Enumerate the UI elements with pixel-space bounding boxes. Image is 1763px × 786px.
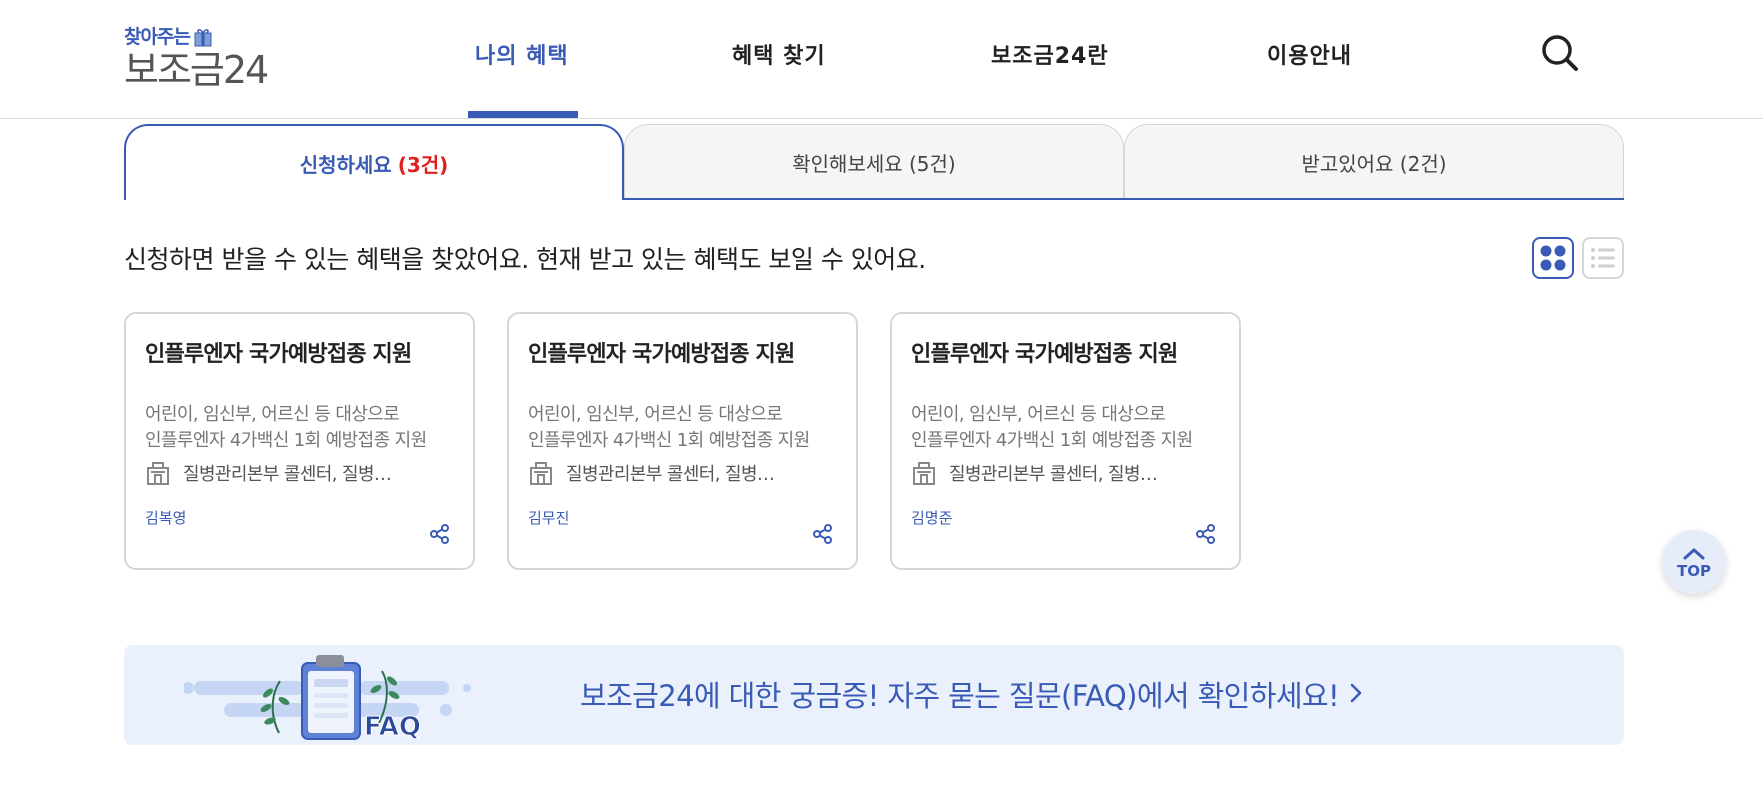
card-description-line: 어린이, 임신부, 어르신 등 대상으로	[528, 404, 783, 425]
faq-banner[interactable]: FAQ 보조금24에 대한 궁금증! 자주 묻는 질문(FAQ)에서 확인하세요…	[124, 645, 1624, 745]
card-description-line: 어린이, 임신부, 어르신 등 대상으로	[911, 404, 1166, 425]
card-description-line: 인플루엔자 4가백신 1회 예방접종 지원	[528, 430, 810, 451]
tab-apply-label: 신청하세요	[299, 152, 392, 177]
building-icon	[911, 460, 937, 486]
building-icon	[145, 460, 171, 486]
tab-apply-count: (3건)	[397, 152, 449, 177]
faq-clipboard-illustration: FAQ	[182, 653, 474, 743]
card-agency: 질병관리본부 콜센터, 질병…	[528, 460, 775, 486]
tab-apply[interactable]: 신청하세요 (3건)	[124, 124, 624, 200]
card-description: 어린이, 임신부, 어르신 등 대상으로 인플루엔자 4가백신 1회 예방접종 …	[911, 402, 1229, 454]
tab-check[interactable]: 확인해보세요 (5건)	[624, 124, 1124, 200]
benefit-card[interactable]: 인플루엔자 국가예방접종 지원 어린이, 임신부, 어르신 등 대상으로 인플루…	[507, 312, 858, 570]
search-icon[interactable]	[1540, 33, 1580, 73]
card-description: 어린이, 임신부, 어르신 등 대상으로 인플루엔자 4가백신 1회 예방접종 …	[528, 402, 846, 454]
share-icon[interactable]	[429, 523, 451, 545]
list-view-icon[interactable]	[1582, 237, 1624, 279]
card-agency-label: 질병관리본부 콜센터, 질병…	[183, 464, 392, 485]
card-agency: 질병관리본부 콜센터, 질병…	[911, 460, 1158, 486]
card-person-name: 김명준	[911, 509, 953, 527]
scroll-top-label: TOP	[1677, 561, 1711, 580]
card-description-line: 인플루엔자 4가백신 1회 예방접종 지원	[911, 430, 1193, 451]
card-title: 인플루엔자 국가예방접종 지원	[145, 342, 412, 367]
tab-check-label: 확인해보세요 (5건)	[792, 151, 956, 176]
card-title: 인플루엔자 국가예방접종 지원	[528, 342, 795, 367]
chevron-right-icon	[1349, 677, 1363, 711]
faq-link[interactable]: 보조금24에 대한 궁금증! 자주 묻는 질문(FAQ)에서 확인하세요!	[580, 673, 1363, 715]
benefit-card[interactable]: 인플루엔자 국가예방접종 지원 어린이, 임신부, 어르신 등 대상으로 인플루…	[890, 312, 1241, 570]
benefit-card[interactable]: 인플루엔자 국가예방접종 지원 어린이, 임신부, 어르신 등 대상으로 인플루…	[124, 312, 475, 570]
nav-active-indicator	[468, 111, 578, 118]
building-icon	[528, 460, 554, 486]
nav-item-about[interactable]: 보조금24란	[991, 38, 1109, 70]
card-agency: 질병관리본부 콜센터, 질병…	[145, 460, 392, 486]
faq-illustration-text: FAQ	[364, 712, 421, 742]
tab-receiving[interactable]: 받고있어요 (2건)	[1124, 124, 1624, 200]
card-description-line: 어린이, 임신부, 어르신 등 대상으로	[145, 404, 400, 425]
share-icon[interactable]	[1195, 523, 1217, 545]
card-agency-label: 질병관리본부 콜센터, 질병…	[566, 464, 775, 485]
tab-receiving-label: 받고있어요 (2건)	[1301, 151, 1447, 176]
card-agency-label: 질병관리본부 콜센터, 질병…	[949, 464, 1158, 485]
card-title: 인플루엔자 국가예방접종 지원	[911, 342, 1178, 367]
logo-tagline: 찾아주는	[124, 26, 191, 48]
faq-link-label: 보조금24에 대한 궁금증! 자주 묻는 질문(FAQ)에서 확인하세요!	[580, 679, 1340, 713]
tabs-divider	[623, 198, 1624, 200]
grid-view-icon[interactable]	[1532, 237, 1574, 279]
card-person-name: 김무진	[528, 509, 570, 527]
site-logo[interactable]: 찾아주는 보조금24	[124, 22, 274, 89]
share-icon[interactable]	[812, 523, 834, 545]
nav-item-my-benefits[interactable]: 나의 혜택	[475, 38, 569, 70]
nav-item-guide[interactable]: 이용안내	[1267, 38, 1352, 70]
card-person-name: 김복영	[145, 509, 187, 527]
gift-icon	[194, 27, 212, 46]
nav-item-find-benefits[interactable]: 혜택 찾기	[732, 38, 826, 70]
page-heading: 신청하면 받을 수 있는 혜택을 찾았어요. 현재 받고 있는 혜택도 보일 수…	[124, 245, 926, 274]
scroll-top-button[interactable]: TOP	[1662, 530, 1726, 594]
card-description-line: 인플루엔자 4가백신 1회 예방접종 지원	[145, 430, 427, 451]
logo-wordmark: 보조금24	[124, 48, 269, 92]
site-header: 찾아주는 보조금24 나의 혜택 혜택 찾기 보조금24란 이용안내	[0, 0, 1763, 119]
card-description: 어린이, 임신부, 어르신 등 대상으로 인플루엔자 4가백신 1회 예방접종 …	[145, 402, 463, 454]
benefit-tabs: 신청하세요 (3건) 확인해보세요 (5건) 받고있어요 (2건)	[124, 124, 1624, 200]
